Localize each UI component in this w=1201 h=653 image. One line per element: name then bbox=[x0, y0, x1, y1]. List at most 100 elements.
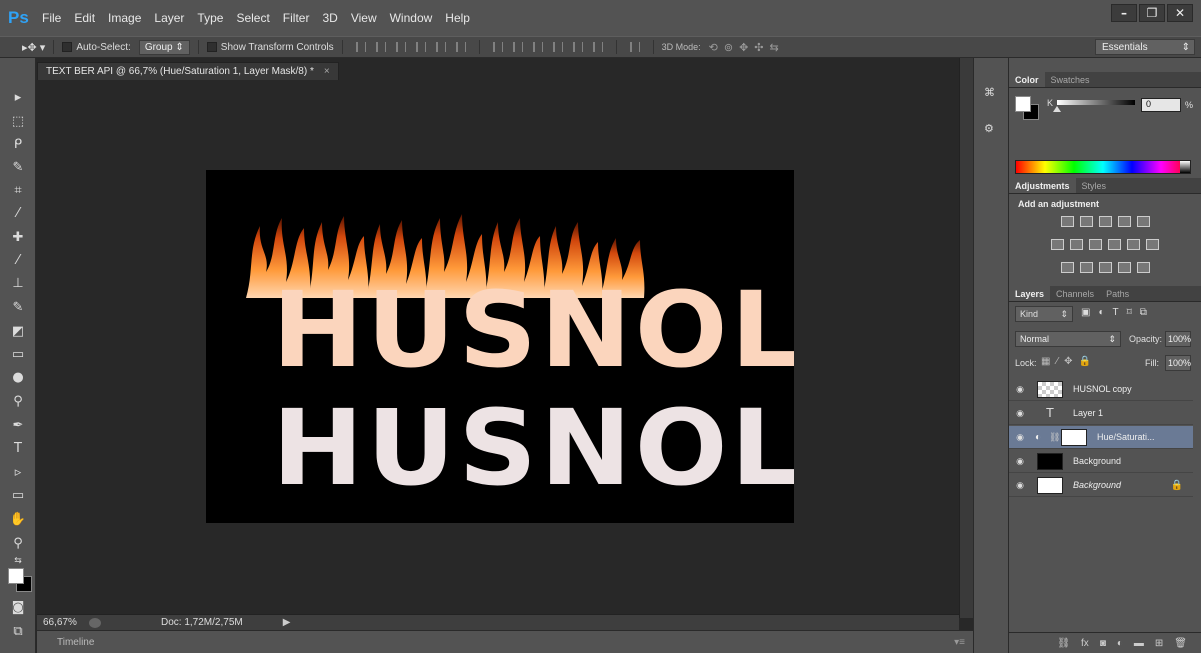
menu-window[interactable]: Window bbox=[390, 11, 433, 25]
selective-color-icon[interactable] bbox=[1117, 262, 1131, 273]
color-spectrum[interactable] bbox=[1015, 160, 1191, 174]
tab-adjustments[interactable]: Adjustments bbox=[1009, 178, 1076, 193]
auto-align-icon[interactable] bbox=[629, 42, 640, 52]
menu-layer[interactable]: Layer bbox=[154, 11, 184, 25]
visibility-eye-icon[interactable]: ◉ bbox=[1009, 384, 1031, 395]
timeline-label[interactable]: Timeline bbox=[57, 637, 94, 648]
align-left-icon[interactable] bbox=[415, 42, 426, 52]
levels-icon[interactable] bbox=[1079, 216, 1093, 227]
visibility-eye-icon[interactable]: ◉ bbox=[1009, 432, 1031, 443]
move-tool-preset-icon[interactable]: ▸✥ ▾ bbox=[22, 41, 45, 54]
menu-edit[interactable]: Edit bbox=[74, 11, 95, 25]
new-layer-icon[interactable]: ⊞ bbox=[1155, 638, 1163, 649]
clone-stamp-tool-icon[interactable]: ⊥ bbox=[8, 274, 28, 292]
zoom-tool-icon[interactable]: ⚲ bbox=[8, 534, 28, 552]
foreground-color-swatch[interactable] bbox=[8, 568, 24, 584]
document-tab[interactable]: TEXT BER API @ 66,7% (Hue/Saturation 1, … bbox=[37, 62, 339, 80]
gradient-tool-icon[interactable]: ▭ bbox=[8, 345, 28, 363]
gradient-map-icon[interactable] bbox=[1136, 262, 1150, 273]
add-mask-icon[interactable]: ◙ bbox=[1100, 638, 1106, 649]
dodge-tool-icon[interactable]: ⚲ bbox=[8, 392, 28, 410]
restore-button[interactable]: ❐ bbox=[1139, 4, 1165, 22]
spectrum-black-white[interactable] bbox=[1180, 161, 1190, 173]
delete-layer-icon[interactable]: 🗑 bbox=[1174, 638, 1187, 649]
move-tool-icon[interactable]: ▸ bbox=[8, 88, 28, 106]
menu-3d[interactable]: 3D bbox=[322, 11, 337, 25]
brush-tool-icon[interactable]: ⁄ bbox=[8, 251, 28, 269]
tab-layers[interactable]: Layers bbox=[1009, 286, 1051, 301]
align-right-icon[interactable] bbox=[455, 42, 466, 52]
panel-menu-icon[interactable]: ▾≡ bbox=[954, 637, 965, 648]
posterize-icon[interactable] bbox=[1079, 262, 1093, 273]
eraser-tool-icon[interactable]: ◩ bbox=[8, 322, 28, 340]
k-slider-track[interactable] bbox=[1057, 100, 1135, 105]
channel-mixer-icon[interactable] bbox=[1127, 239, 1140, 250]
visibility-eye-icon[interactable]: ◉ bbox=[1009, 456, 1031, 467]
hand-tool-icon[interactable]: ✋ bbox=[8, 510, 28, 528]
tab-channels[interactable]: Channels bbox=[1050, 286, 1100, 301]
black-white-icon[interactable] bbox=[1089, 239, 1102, 250]
color-balance-icon[interactable] bbox=[1070, 239, 1083, 250]
menu-help[interactable]: Help bbox=[445, 11, 470, 25]
type-tool-icon[interactable]: T bbox=[8, 439, 28, 457]
fill-input[interactable]: 100% bbox=[1165, 355, 1191, 371]
blur-tool-icon[interactable]: ● bbox=[8, 368, 28, 386]
distribute-bottom-icon[interactable] bbox=[532, 42, 543, 52]
tab-styles[interactable]: Styles bbox=[1076, 178, 1113, 193]
pixel-filter-icon[interactable]: ▣ bbox=[1081, 307, 1090, 318]
color-lookup-icon[interactable] bbox=[1146, 239, 1159, 250]
distribute-left-icon[interactable] bbox=[552, 42, 563, 52]
align-top-icon[interactable] bbox=[355, 42, 366, 52]
layer-row[interactable]: ◉ Background bbox=[1009, 450, 1193, 473]
layer-row[interactable]: ◉ HUSNOL copy bbox=[1009, 378, 1193, 401]
new-adjustment-icon[interactable]: ◐ bbox=[1117, 638, 1123, 649]
layer-row[interactable]: ◉ ◐ ⛓ Hue/Saturati... bbox=[1009, 426, 1193, 449]
align-vcenter-icon[interactable] bbox=[375, 42, 386, 52]
k-slider-thumb[interactable] bbox=[1053, 106, 1061, 112]
type-filter-icon[interactable]: T bbox=[1113, 307, 1119, 318]
healing-brush-tool-icon[interactable]: ✚ bbox=[8, 228, 28, 246]
exposure-icon[interactable] bbox=[1117, 216, 1131, 227]
link-layers-icon[interactable]: ⛓ bbox=[1057, 638, 1070, 649]
workspace-dropdown[interactable]: Essentials ⇕ bbox=[1095, 39, 1195, 55]
marquee-tool-icon[interactable]: ⬚ bbox=[8, 112, 28, 130]
crop-tool-icon[interactable]: ⌗ bbox=[8, 181, 28, 199]
quick-select-tool-icon[interactable]: ✎ bbox=[8, 158, 28, 176]
screen-mode-icon[interactable]: ⧉ bbox=[8, 622, 28, 640]
chain-link-icon[interactable]: ⛓ bbox=[1049, 432, 1060, 443]
menu-view[interactable]: View bbox=[351, 11, 377, 25]
menu-select[interactable]: Select bbox=[236, 11, 269, 25]
hue-saturation-icon[interactable] bbox=[1051, 239, 1064, 250]
tab-swatches[interactable]: Swatches bbox=[1045, 72, 1096, 87]
document-canvas[interactable]: HUSNOL HUSNOL bbox=[206, 170, 794, 523]
auto-select-checkbox[interactable] bbox=[62, 42, 73, 52]
distribute-right-icon[interactable] bbox=[592, 42, 603, 52]
3d-mode-icons[interactable]: ⟲⊚✥✣⇆ bbox=[709, 41, 785, 54]
auto-select-target-dropdown[interactable]: Group ⇕ bbox=[138, 39, 190, 55]
play-arrow-icon[interactable]: ▶ bbox=[283, 617, 291, 628]
visibility-eye-icon[interactable]: ◉ bbox=[1009, 480, 1031, 491]
shape-filter-icon[interactable]: ⌑ bbox=[1127, 307, 1132, 318]
blend-mode-dropdown[interactable]: Normal ⇕ bbox=[1015, 331, 1121, 347]
new-group-icon[interactable]: ▬ bbox=[1134, 638, 1144, 649]
properties-panel-icon[interactable]: ⚙ bbox=[984, 122, 1000, 136]
menu-image[interactable]: Image bbox=[108, 11, 141, 25]
zoom-level[interactable]: 66,67% bbox=[37, 617, 77, 628]
vertical-scrollbar[interactable] bbox=[959, 58, 973, 618]
distribute-hcenter-icon[interactable] bbox=[572, 42, 583, 52]
menu-file[interactable]: File bbox=[42, 11, 61, 25]
eyedropper-tool-icon[interactable]: ⁄ bbox=[8, 204, 28, 222]
threshold-icon[interactable] bbox=[1098, 262, 1112, 273]
curves-icon[interactable] bbox=[1098, 216, 1112, 227]
tab-paths[interactable]: Paths bbox=[1100, 286, 1135, 301]
shape-tool-icon[interactable]: ▭ bbox=[8, 486, 28, 504]
adjustment-filter-icon[interactable]: ◐ bbox=[1098, 307, 1104, 318]
brightness-icon[interactable] bbox=[1060, 216, 1074, 227]
color-panel-foreground-swatch[interactable] bbox=[1015, 96, 1031, 112]
path-select-tool-icon[interactable]: ▹ bbox=[8, 463, 28, 481]
vibrance-icon[interactable] bbox=[1136, 216, 1150, 227]
minimize-button[interactable]: – bbox=[1111, 4, 1137, 22]
align-bottom-icon[interactable] bbox=[395, 42, 406, 52]
photo-filter-icon[interactable] bbox=[1108, 239, 1121, 250]
menu-filter[interactable]: Filter bbox=[283, 11, 310, 25]
